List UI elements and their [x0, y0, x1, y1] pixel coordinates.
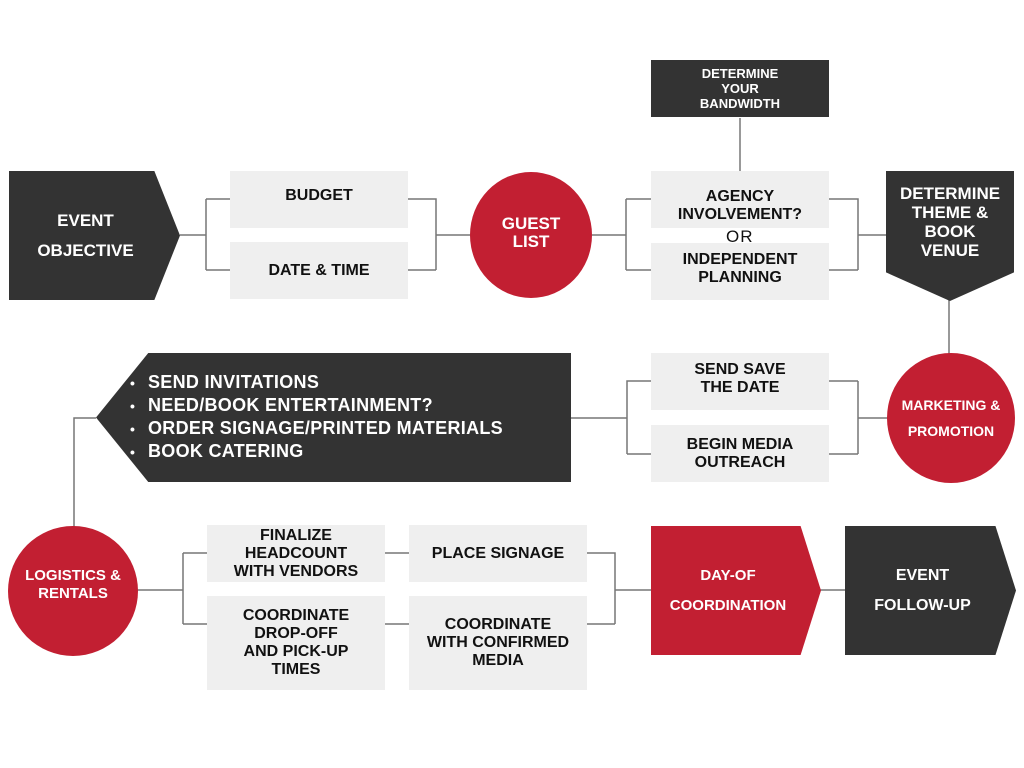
guest-list-node: GUEST LIST	[470, 172, 592, 298]
signage-node: PLACE SIGNAGE	[409, 525, 587, 582]
save-date-node: SEND SAVE THE DATE	[651, 353, 829, 410]
connector-options-to-tasks	[571, 380, 651, 455]
confirmed-media-node: COORDINATE WITH CONFIRMED MEDIA	[409, 596, 587, 690]
connector-options-to-guest	[408, 198, 470, 271]
logistics-node: LOGISTICS & RENTALS	[8, 526, 138, 656]
connector-to-dayof	[587, 552, 651, 625]
date-time-label: DATE & TIME	[268, 261, 370, 279]
connector-marketing-to-options	[829, 380, 890, 455]
headcount-node: FINALIZE HEADCOUNT WITH VENDORS	[207, 525, 385, 582]
dropoff-node: COORDINATE DROP-OFF AND PICK-UP TIMES	[207, 596, 385, 690]
budget-node: BUDGET	[230, 171, 408, 228]
headcount-label: FINALIZE HEADCOUNT WITH VENDORS	[233, 526, 359, 580]
day-of-label: DAY-OF COORDINATION	[669, 566, 787, 614]
independent-label: INDEPENDENT PLANNING	[682, 250, 798, 286]
independent-node: INDEPENDENT PLANNING	[651, 243, 829, 300]
tasks-list: SEND INVITATIONS NEED/BOOK ENTERTAINMENT…	[130, 371, 503, 463]
bandwidth-label: DETERMINE YOUR BANDWIDTH	[699, 66, 781, 111]
event-objective-node: EVENT OBJECTIVE	[9, 171, 180, 300]
event-objective-label: EVENT OBJECTIVE	[37, 210, 134, 260]
connector-planning-to-venue	[829, 198, 886, 271]
marketing-label: MARKETING & PROMOTION	[901, 397, 1001, 439]
task-item: BOOK CATERING	[130, 440, 503, 463]
marketing-node: MARKETING & PROMOTION	[887, 353, 1015, 483]
bandwidth-node: DETERMINE YOUR BANDWIDTH	[651, 60, 829, 117]
confirmed-media-label: COORDINATE WITH CONFIRMED MEDIA	[426, 616, 570, 669]
follow-up-node: EVENT FOLLOW-UP	[845, 526, 1016, 655]
tasks-node: SEND INVITATIONS NEED/BOOK ENTERTAINMENT…	[96, 353, 571, 482]
signage-label: PLACE SIGNAGE	[431, 544, 565, 562]
guest-list-label: GUEST LIST	[501, 214, 561, 251]
media-outreach-label: BEGIN MEDIA OUTREACH	[686, 435, 794, 471]
date-time-node: DATE & TIME	[230, 242, 408, 299]
media-outreach-node: BEGIN MEDIA OUTREACH	[651, 425, 829, 482]
connector-guest-to-planning	[592, 198, 651, 271]
task-item: SEND INVITATIONS	[130, 371, 503, 394]
task-item: NEED/BOOK ENTERTAINMENT?	[130, 394, 503, 417]
save-date-label: SEND SAVE THE DATE	[694, 360, 786, 396]
task-item: ORDER SIGNAGE/PRINTED MATERIALS	[130, 417, 503, 440]
budget-label: BUDGET	[285, 186, 353, 204]
logistics-label: LOGISTICS & RENTALS	[25, 567, 121, 602]
agency-node: AGENCY INVOLVEMENT?	[651, 171, 829, 228]
day-of-node: DAY-OF COORDINATION	[651, 526, 821, 655]
follow-up-label: EVENT FOLLOW-UP	[874, 566, 971, 614]
agency-label: AGENCY INVOLVEMENT?	[677, 187, 803, 223]
theme-venue-label: DETERMINE THEME & BOOK VENUE	[899, 184, 1001, 260]
dropoff-label: COORDINATE DROP-OFF AND PICK-UP TIMES	[242, 607, 350, 678]
connector-tasks-to-logistics	[73, 417, 96, 527]
connector-objective-to-options	[180, 198, 230, 271]
connector-logistics-to-tasks	[137, 552, 207, 625]
